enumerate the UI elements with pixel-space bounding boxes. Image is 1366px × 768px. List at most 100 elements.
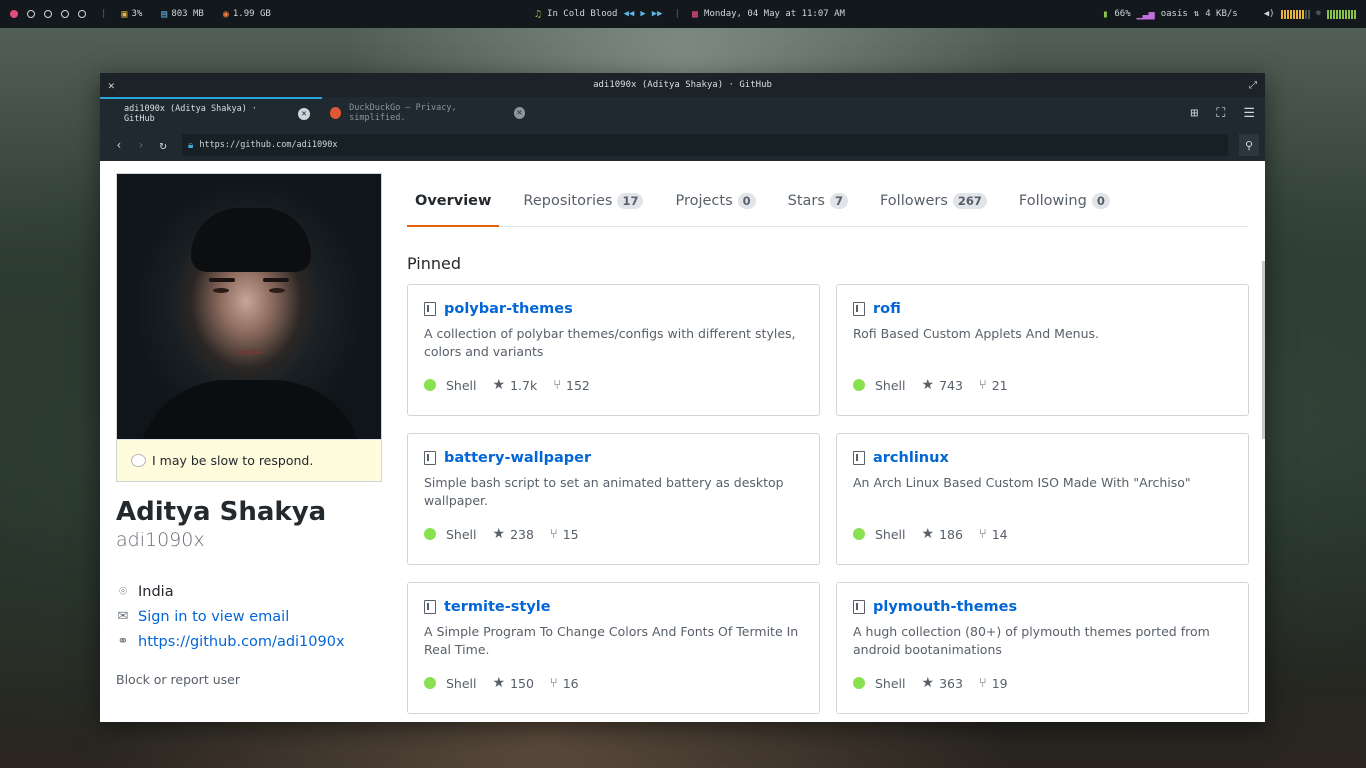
tab-stars[interactable]: Stars 7: [780, 175, 856, 226]
repo-language: Shell: [424, 527, 477, 542]
pinned-heading: Pinned: [407, 254, 462, 273]
tab-repositories[interactable]: Repositories 17: [515, 175, 651, 226]
repo-language: Shell: [424, 676, 477, 691]
volume-icon[interactable]: ◀): [1264, 9, 1275, 19]
menu-icon[interactable]: ☰: [1243, 106, 1255, 121]
tab-counter: 0: [1091, 192, 1110, 209]
tab-github[interactable]: adi1090x (Aditya Shakya) · GitHub ✕: [100, 97, 322, 129]
window-title: adi1090x (Aditya Shakya) · GitHub: [593, 80, 772, 90]
close-window-icon[interactable]: ✕: [108, 79, 115, 92]
tab-counter: 17: [617, 192, 644, 209]
disk-usage: 1.99 GB: [232, 9, 271, 19]
tab-counter: 7: [829, 192, 848, 209]
volume-level-bar[interactable]: [1280, 9, 1310, 19]
workspace-4-indicator[interactable]: [61, 10, 69, 18]
tab-followers[interactable]: Followers 267: [872, 175, 995, 226]
stars-count: 238: [510, 526, 534, 542]
tab-projects[interactable]: Projects 0: [667, 175, 763, 226]
new-tab-icon[interactable]: ⊞: [1190, 106, 1198, 121]
repo-language: Shell: [424, 378, 477, 393]
repo-forks[interactable]: ⑂ 15: [550, 527, 579, 542]
date-time: Monday, 04 May at 11:07 AM: [704, 9, 845, 19]
repo-stars[interactable]: ★ 363: [922, 675, 963, 691]
repo-forks[interactable]: ⑂ 16: [550, 676, 579, 691]
pinned-repo-card: polybar-themes A collection of polybar t…: [407, 284, 820, 416]
website-link[interactable]: https://github.com/adi1090x: [138, 634, 345, 650]
language-label: Shell: [446, 377, 477, 393]
cpu-module: ▣ 3%: [121, 9, 142, 20]
memory-icon: ▤: [161, 8, 168, 20]
brightness-level-bar[interactable]: [1327, 9, 1356, 19]
forks-count: 15: [562, 526, 579, 542]
block-report-link[interactable]: Block or report user: [116, 672, 240, 687]
repo-name-link[interactable]: termite-style: [444, 599, 551, 615]
reload-icon[interactable]: ↻: [152, 138, 174, 152]
tab-overview[interactable]: Overview: [407, 175, 500, 227]
repo-name-link[interactable]: archlinux: [873, 450, 949, 466]
star-icon: ★: [492, 526, 506, 542]
pinned-repo-card: termite-style A Simple Program To Change…: [407, 582, 820, 714]
battery-icon: ▮: [1102, 8, 1109, 20]
repo-icon: [424, 600, 436, 614]
repo-stars[interactable]: ★ 186: [922, 526, 963, 542]
cpu-usage: 3%: [131, 9, 143, 19]
speech-bubble-icon: [131, 454, 146, 467]
repo-stars[interactable]: ★ 238: [493, 526, 534, 542]
disk-module: ◉ 1.99 GB: [223, 9, 271, 20]
tab-label: Followers: [879, 192, 948, 209]
tab-title: DuckDuckGo — Privacy, simplified.: [349, 103, 457, 123]
tab-title: adi1090x (Aditya Shakya) · GitHub: [124, 104, 258, 124]
profile-full-name: Aditya Shakya: [116, 497, 327, 527]
repo-language: Shell: [853, 527, 906, 542]
next-track-icon[interactable]: ▶▶: [652, 9, 663, 19]
music-note-icon: ♫: [535, 8, 542, 20]
previous-track-icon[interactable]: ◀◀: [623, 9, 634, 19]
play-icon[interactable]: ▶: [640, 9, 645, 19]
address-bar[interactable]: 🔒︎ https://github.com/adi1090x: [182, 134, 1228, 156]
back-arrow-icon[interactable]: ‹: [108, 138, 130, 152]
language-color-dot: [424, 379, 436, 391]
network-name: oasis: [1160, 9, 1188, 19]
workspace-5-indicator[interactable]: [78, 10, 86, 18]
workspace-3-indicator[interactable]: [44, 10, 52, 18]
language-label: Shell: [446, 526, 477, 542]
repo-name-link[interactable]: polybar-themes: [444, 301, 573, 317]
tab-close-icon[interactable]: ✕: [513, 107, 526, 119]
repo-stars[interactable]: ★ 743: [922, 377, 963, 393]
stars-count: 1.7k: [510, 377, 538, 393]
repo-forks[interactable]: ⑂ 14: [979, 527, 1008, 542]
workspace-1-indicator[interactable]: [10, 10, 18, 18]
tab-close-icon[interactable]: ✕: [298, 108, 310, 120]
repo-name-link[interactable]: rofi: [873, 301, 901, 317]
memory-module: ▤ 803 MB: [161, 9, 204, 20]
repo-icon: [853, 600, 865, 614]
maximize-icon[interactable]: ⤢: [1249, 80, 1257, 91]
tab-following[interactable]: Following 0: [1011, 175, 1118, 226]
forward-arrow-icon[interactable]: ›: [130, 138, 152, 152]
tab-counter: 267: [952, 192, 987, 209]
location-text: India: [138, 583, 174, 600]
repo-stars[interactable]: ★ 1.7k: [493, 377, 538, 393]
repo-stars[interactable]: ★ 150: [493, 675, 534, 691]
page-scrollbar[interactable]: [1262, 261, 1265, 439]
tab-label: Following: [1018, 192, 1087, 209]
wifi-signal-icon: ▁▃▅: [1136, 8, 1155, 20]
status-text: I may be slow to respond.: [152, 453, 314, 468]
pinned-repo-card: battery-wallpaper Simple bash script to …: [407, 433, 820, 565]
repo-forks[interactable]: ⑂ 152: [553, 378, 590, 393]
fullscreen-icon[interactable]: ⛶: [1216, 106, 1225, 121]
repo-forks[interactable]: ⑂ 19: [979, 676, 1008, 691]
fork-icon: ⑂: [978, 377, 987, 393]
avatar[interactable]: [116, 173, 382, 439]
avatar-brow: [209, 278, 235, 282]
system-top-bar: | ▣ 3% ▤ 803 MB ◉ 1.99 GB ♫ In Cold Bloo…: [0, 0, 1366, 28]
repo-name-link[interactable]: battery-wallpaper: [444, 450, 591, 466]
avatar-brow: [263, 278, 289, 282]
workspace-2-indicator[interactable]: [27, 10, 35, 18]
repo-name-link[interactable]: plymouth-themes: [873, 599, 1017, 615]
user-status: I may be slow to respond.: [116, 439, 382, 482]
tab-duckduckgo[interactable]: DuckDuckGo — Privacy, simplified. ✕: [322, 97, 537, 129]
sign-in-email-link[interactable]: Sign in to view email: [138, 609, 289, 625]
repo-forks[interactable]: ⑂ 21: [979, 378, 1008, 393]
bookmark-icon[interactable]: ⚲: [1239, 134, 1259, 156]
